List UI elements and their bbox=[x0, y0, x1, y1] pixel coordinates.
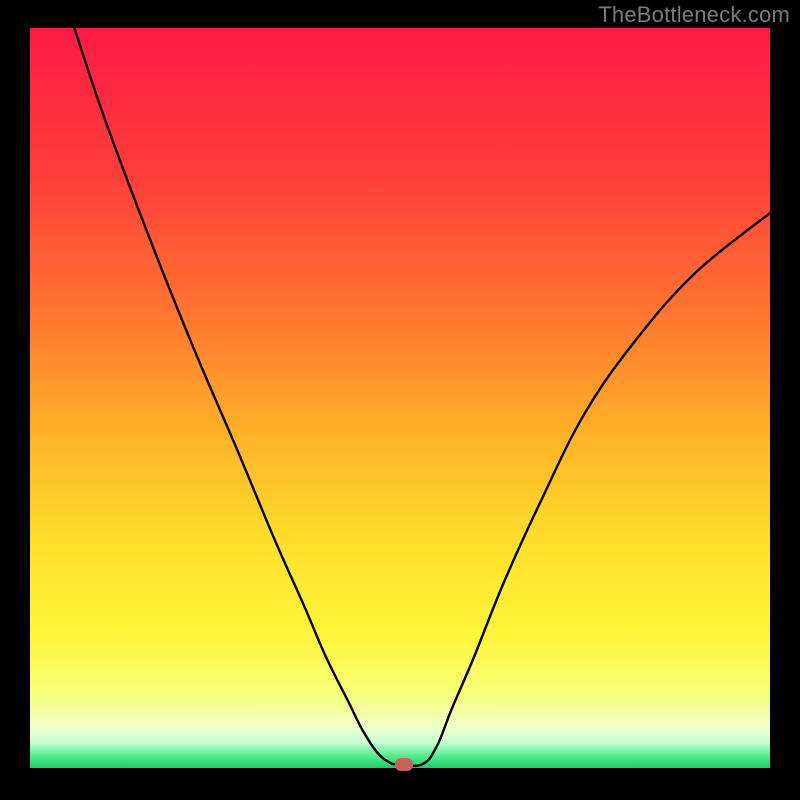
watermark-text: TheBottleneck.com bbox=[598, 2, 790, 28]
gradient-background bbox=[30, 28, 770, 768]
bottleneck-chart bbox=[30, 28, 770, 768]
chart-frame: TheBottleneck.com bbox=[0, 0, 800, 800]
optimal-point-marker bbox=[395, 758, 413, 771]
plot-area bbox=[30, 28, 770, 768]
